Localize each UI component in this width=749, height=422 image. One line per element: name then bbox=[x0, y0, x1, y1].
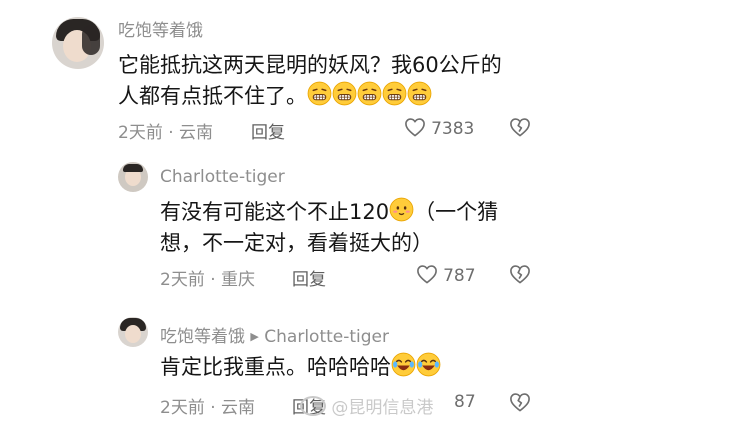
location: 云南 bbox=[179, 123, 214, 143]
heart-icon bbox=[417, 265, 437, 284]
dislike-button[interactable] bbox=[509, 117, 531, 141]
blushing-emoji bbox=[389, 197, 414, 222]
grimace-emoji bbox=[307, 81, 332, 106]
like-count: 787 bbox=[443, 266, 476, 286]
like-count: 7383 bbox=[431, 119, 475, 139]
broken-heart-icon bbox=[510, 265, 530, 284]
watermark-text: @昆明信息港 bbox=[331, 398, 434, 418]
separator: · bbox=[210, 270, 216, 290]
emoji-group bbox=[391, 352, 441, 379]
reply-button[interactable]: 回复 bbox=[292, 265, 326, 290]
watermark: @昆明信息港 bbox=[300, 393, 433, 418]
location: 云南 bbox=[221, 398, 256, 418]
reply-target[interactable]: Charlotte-tiger bbox=[264, 327, 389, 347]
comment-username[interactable]: Charlotte-tiger bbox=[160, 167, 285, 187]
comment-username: 吃饱等着饿 ▶ Charlotte-tiger bbox=[160, 322, 389, 347]
grimace-emoji bbox=[332, 81, 357, 106]
location: 重庆 bbox=[221, 270, 256, 290]
weibo-logo-icon bbox=[300, 396, 326, 416]
comment-meta: 2天前 · 云南 bbox=[118, 118, 213, 143]
timestamp: 2天前 bbox=[160, 398, 205, 418]
separator: · bbox=[168, 123, 174, 143]
comment-text: 它能抵抗这两天昆明的妖风？我60公斤的 人都有点抵不住了。 bbox=[118, 53, 502, 108]
avatar[interactable] bbox=[118, 317, 148, 347]
timestamp: 2天前 bbox=[160, 270, 205, 290]
comment-meta: 2天前 · 云南 bbox=[160, 393, 255, 418]
reply-arrow-icon: ▶ bbox=[250, 330, 259, 343]
like-button[interactable]: 787 bbox=[416, 264, 476, 286]
broken-heart-icon bbox=[510, 393, 530, 412]
avatar[interactable] bbox=[118, 162, 148, 192]
blushing-emoji bbox=[389, 197, 414, 224]
laughing-emoji bbox=[416, 352, 441, 377]
separator: · bbox=[210, 398, 216, 418]
grimace-emoji bbox=[357, 81, 382, 106]
timestamp: 2天前 bbox=[118, 123, 163, 143]
laughing-emoji bbox=[391, 352, 416, 377]
grimace-emoji bbox=[382, 81, 407, 106]
like-button[interactable]: 87 bbox=[430, 392, 476, 412]
comment-meta: 2天前 · 重庆 bbox=[160, 265, 255, 290]
heart-icon bbox=[405, 118, 425, 137]
like-count: 87 bbox=[454, 392, 476, 412]
avatar[interactable] bbox=[52, 17, 104, 69]
comment-text: 有没有可能这个不止120 （一个猜 想，不一定对，看着挺大的） bbox=[160, 197, 580, 259]
like-button[interactable]: 7383 bbox=[404, 117, 474, 139]
comment-author[interactable]: 吃饱等着饿 bbox=[160, 327, 245, 347]
dislike-button[interactable] bbox=[509, 392, 531, 416]
comment-text: 肯定比我重点。哈哈哈哈 bbox=[160, 352, 441, 383]
reply-button[interactable]: 回复 bbox=[251, 118, 285, 143]
grimace-emoji bbox=[407, 81, 432, 106]
comment-username[interactable]: 吃饱等着饿 bbox=[118, 16, 203, 41]
broken-heart-icon bbox=[510, 118, 530, 137]
emoji-group bbox=[307, 81, 432, 108]
dislike-button[interactable] bbox=[509, 264, 531, 288]
